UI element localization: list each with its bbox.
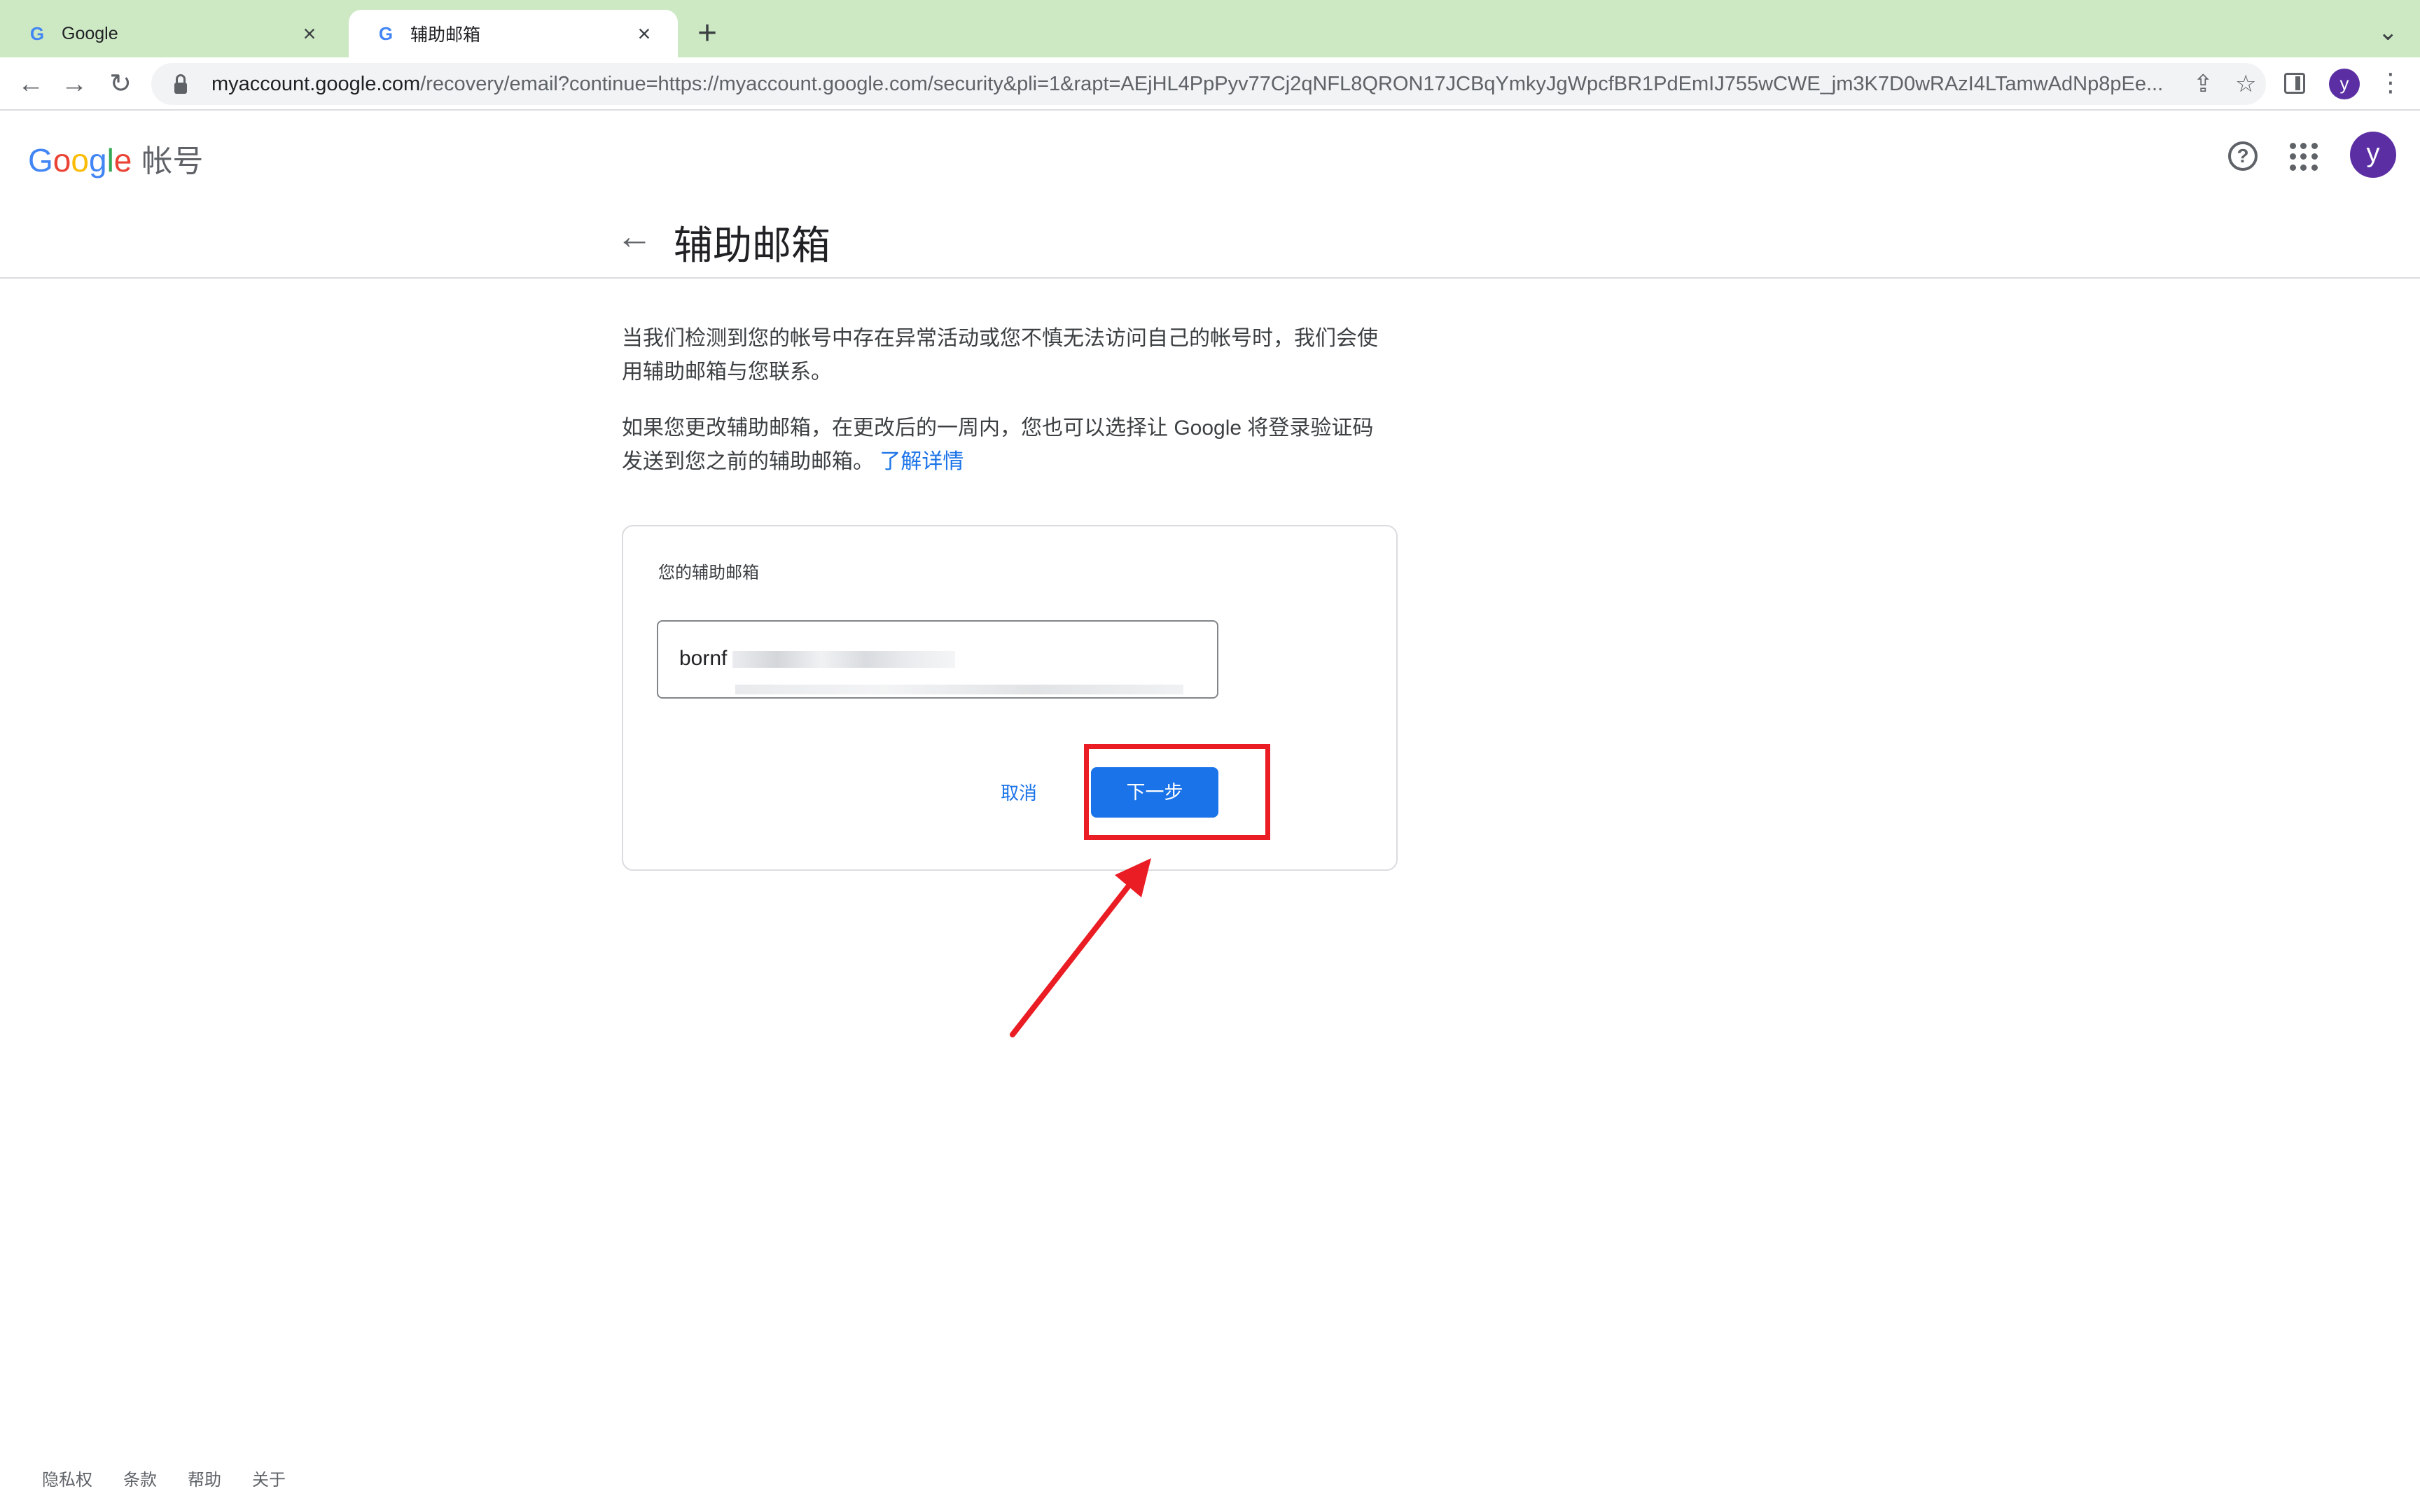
logo-letter: o — [53, 142, 71, 178]
email-value: bornf — [679, 647, 728, 670]
help-icon[interactable]: ? — [2228, 141, 2258, 171]
footer-link-privacy[interactable]: 隐私权 — [42, 1466, 92, 1490]
address-bar[interactable]: myaccount.google.com/recovery/email?cont… — [151, 63, 2266, 105]
close-tab-icon[interactable]: × — [632, 21, 657, 47]
description-paragraph-1: 当我们检测到您的帐号中存在异常活动或您不慎无法访问自己的帐号时，我们会使用辅助邮… — [622, 327, 1378, 384]
browser-tabstrip: G Google × G 辅助邮箱 × + ⌄ — [0, 0, 2420, 57]
tab-google[interactable]: G Google × — [0, 10, 343, 57]
logo-letter: g — [88, 142, 107, 178]
reload-icon[interactable]: ↻ — [104, 67, 137, 101]
browser-toolbar: ← → ↻ myaccount.google.com/recovery/emai… — [0, 57, 2420, 111]
url-text[interactable]: myaccount.google.com/recovery/email?cont… — [211, 73, 2214, 96]
redacted-email-blur — [732, 651, 955, 668]
google-account-logo[interactable]: Google 帐号 — [28, 136, 203, 181]
cancel-button[interactable]: 取消 — [980, 769, 1057, 818]
learn-more-link[interactable]: 了解详情 — [879, 450, 964, 473]
tab-recovery-email[interactable]: G 辅助邮箱 × — [349, 10, 678, 57]
forward-nav-icon[interactable]: → — [57, 67, 91, 101]
product-name: 帐号 — [141, 144, 204, 178]
annotation-highlight-box — [1084, 744, 1270, 840]
footer: 隐私权 条款 帮助 关于 — [42, 1466, 286, 1490]
tab-title: Google — [62, 23, 118, 43]
browser-profile-avatar[interactable]: y — [2329, 69, 2360, 99]
footer-link-terms[interactable]: 条款 — [123, 1466, 157, 1490]
recovery-email-input[interactable]: bornf — [657, 620, 1218, 699]
footer-link-about[interactable]: 关于 — [252, 1466, 286, 1490]
tab-title: 辅助邮箱 — [410, 25, 481, 45]
description-paragraph-2: 如果您更改辅助邮箱，在更改后的一周内，您也可以选择让 Google 将登录验证码… — [622, 416, 1374, 473]
annotation-arrow-shaft — [1010, 872, 1140, 1037]
tab-search-chevron-icon[interactable]: ⌄ — [2378, 18, 2398, 46]
recovery-email-label: 您的辅助邮箱 — [658, 564, 759, 582]
close-tab-icon[interactable]: × — [297, 21, 322, 47]
google-wordmark: Google — [28, 141, 132, 179]
new-tab-icon[interactable]: + — [697, 17, 717, 50]
logo-letter: G — [28, 142, 53, 178]
lock-icon[interactable] — [168, 74, 193, 94]
browser-menu-icon[interactable]: ⋮ — [2378, 66, 2403, 99]
account-header: Google 帐号 ? y — [0, 112, 2420, 199]
side-panel-icon[interactable] — [2284, 73, 2305, 94]
description: 当我们检测到您的帐号中存在异常活动或您不慎无法访问自己的帐号时，我们会使用辅助邮… — [622, 322, 1392, 501]
logo-letter: l — [106, 142, 114, 178]
google-favicon-icon: G — [378, 23, 394, 44]
share-icon[interactable]: ⇪ — [2193, 67, 2213, 101]
page-title: 辅助邮箱 — [674, 223, 830, 267]
footer-link-help[interactable]: 帮助 — [188, 1466, 221, 1490]
logo-letter: o — [71, 142, 89, 178]
account-avatar[interactable]: y — [2350, 132, 2396, 178]
bookmark-star-icon[interactable]: ☆ — [2235, 67, 2256, 101]
back-nav-icon[interactable]: ← — [14, 67, 48, 101]
recovery-email-card: 您的辅助邮箱 bornf 取消 下一步 — [622, 525, 1398, 871]
page-title-bar: ← 辅助邮箱 — [0, 199, 2420, 279]
google-favicon-icon: G — [29, 23, 45, 44]
back-arrow-icon[interactable]: ← — [616, 216, 653, 258]
logo-letter: e — [113, 142, 132, 178]
redacted-email-blur — [735, 685, 1183, 694]
google-apps-icon[interactable] — [2290, 143, 2318, 171]
